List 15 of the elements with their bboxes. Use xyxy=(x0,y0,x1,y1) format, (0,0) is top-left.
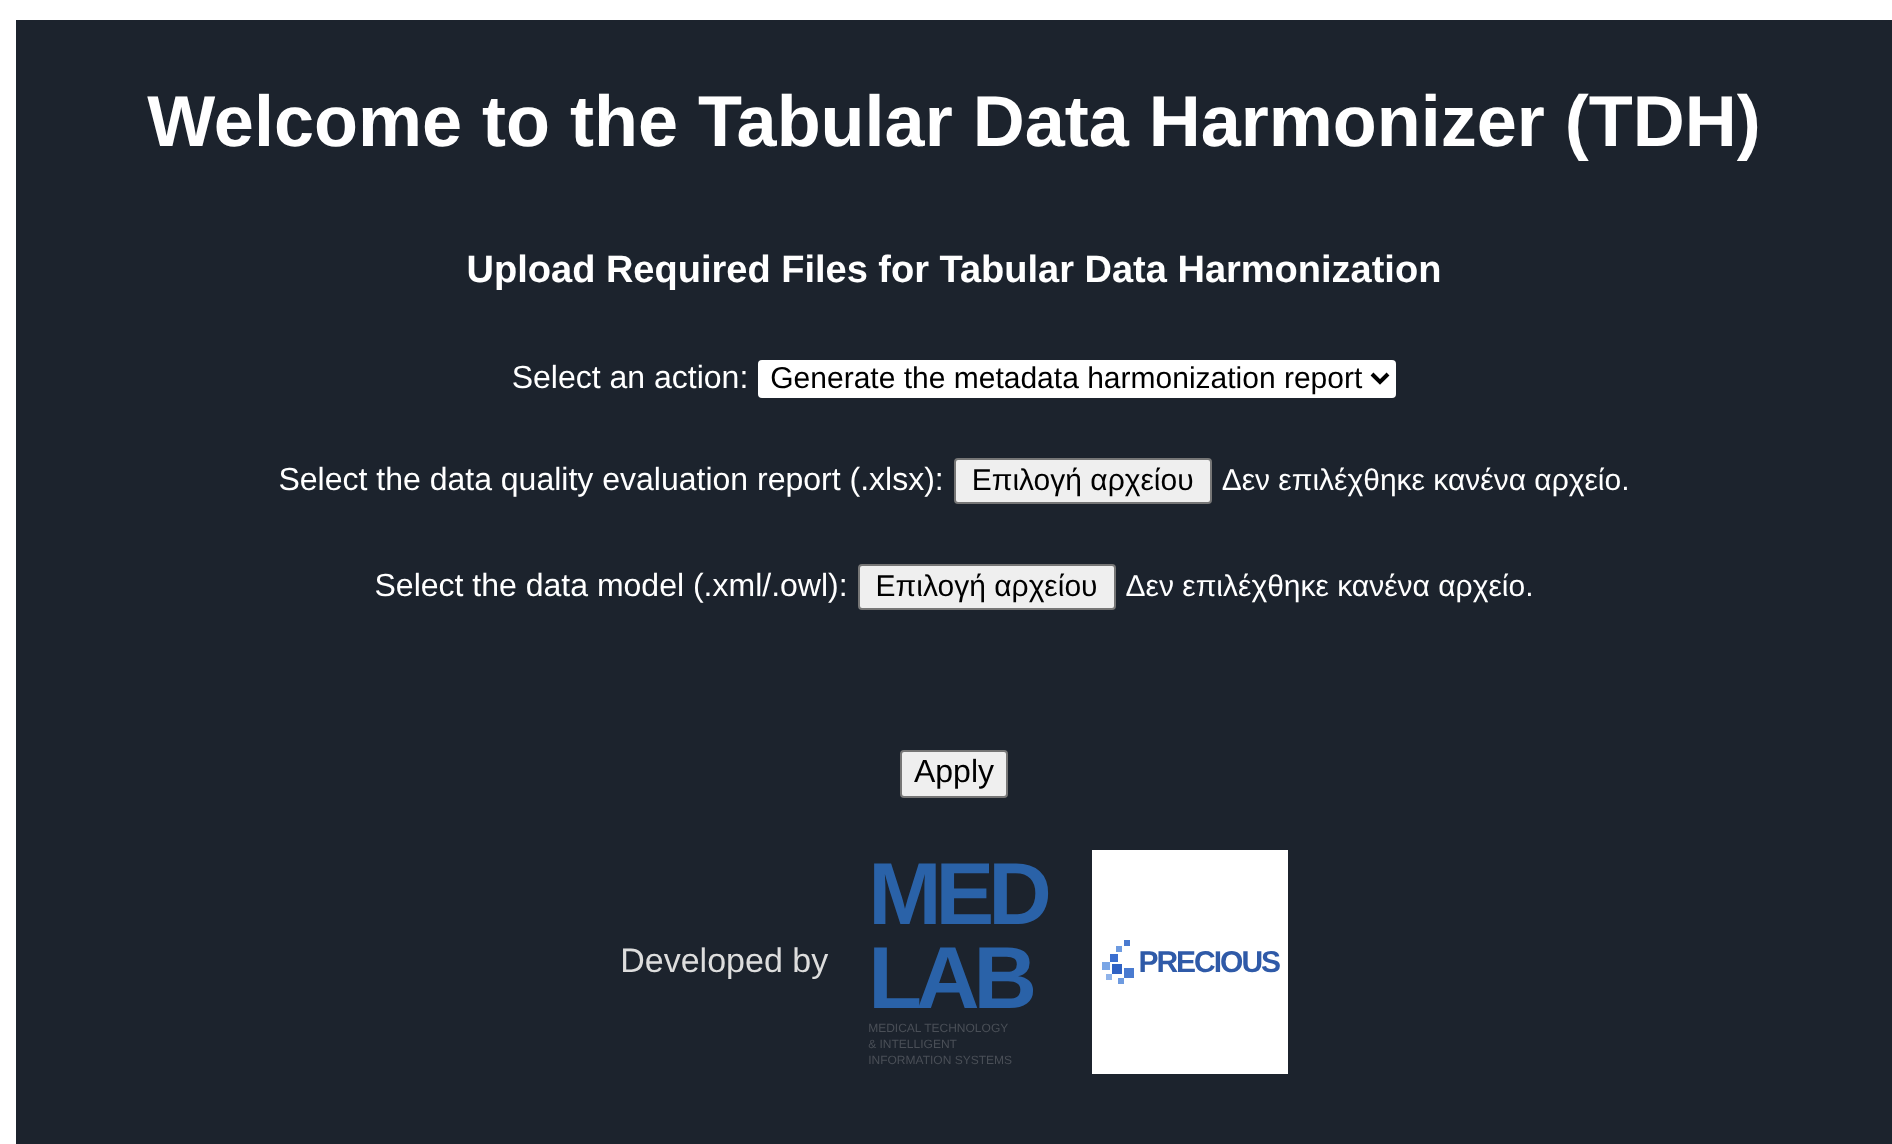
file-status-text: Δεν επιλέχθηκε κανένα αρχείο. xyxy=(1221,464,1630,498)
action-select[interactable]: Generate the metadata harmonization report xyxy=(758,360,1397,398)
section-heading: Upload Required Files for Tabular Data Harmonization xyxy=(466,248,1442,296)
field-label: Select the data quality evaluation report (.xlsx): xyxy=(278,463,944,499)
field-label: Select the data model (.xml/.owl): xyxy=(374,569,848,605)
apply-button[interactable]: Apply xyxy=(899,750,1009,798)
page-title: Welcome to the Tabular Data Harmonizer (TDH) xyxy=(147,80,1761,164)
choose-file-button[interactable]: Επιλογή αρχείου xyxy=(953,458,1212,504)
dots-icon xyxy=(1100,936,1137,988)
choose-file-button[interactable]: Επιλογή αρχείου xyxy=(857,564,1116,610)
precious-logo: PRECIOUS xyxy=(1091,850,1288,1074)
chevron-down-icon xyxy=(1370,372,1391,386)
developed-by-text: Developed by xyxy=(620,942,829,982)
file-status-text: Δεν επιλέχθηκε κανένα αρχείο. xyxy=(1125,570,1534,604)
field-label: Select an action: xyxy=(511,361,749,397)
